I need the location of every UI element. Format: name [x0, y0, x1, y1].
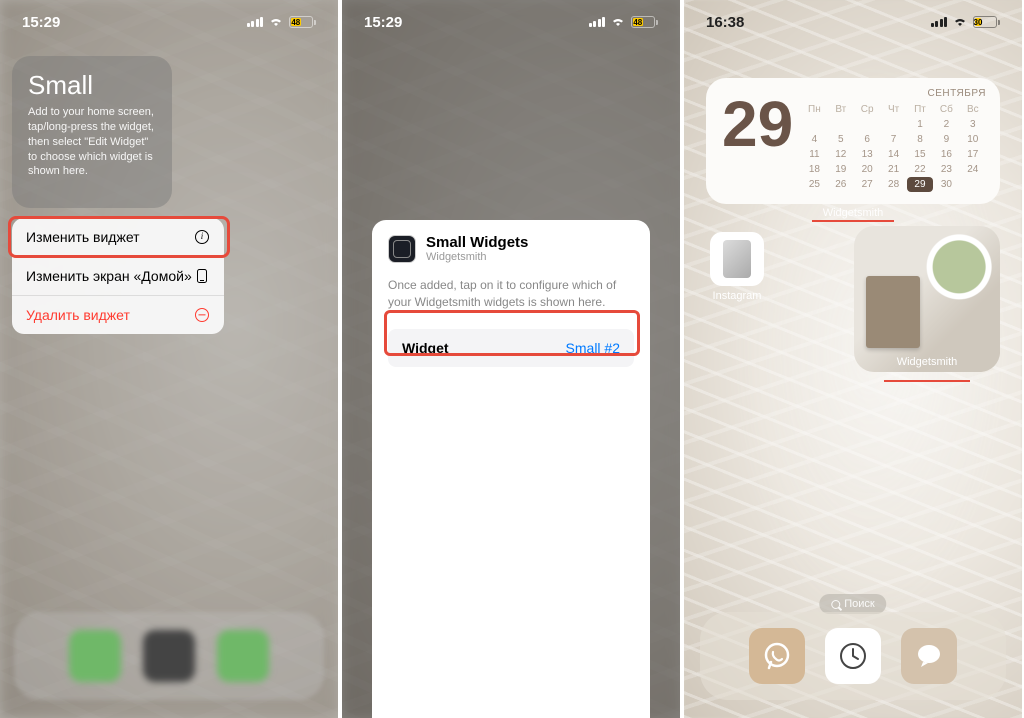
row-label: Widget: [402, 340, 449, 356]
widget-context-menu: Изменить виджет i Изменить экран «Домой»…: [12, 218, 224, 334]
sheet-subtitle: Widgetsmith: [426, 251, 528, 263]
whatsapp-icon: [761, 640, 793, 672]
minus-circle-icon: [194, 307, 210, 323]
dock-app-placeholder: [143, 630, 195, 682]
battery-icon: 48: [289, 16, 316, 28]
small-widget-preview[interactable]: Small Add to your home screen, tap/long-…: [12, 56, 172, 208]
wifi-icon: [268, 16, 284, 28]
phone-icon: [194, 268, 210, 284]
menu-label: Изменить экран «Домой»: [26, 268, 192, 284]
edit-home-item[interactable]: Изменить экран «Домой»: [12, 257, 224, 296]
dock-blurred: [14, 612, 324, 700]
edit-widget-item[interactable]: Изменить виджет i: [12, 218, 224, 257]
info-icon: i: [194, 229, 210, 245]
dock-app-placeholder: [217, 630, 269, 682]
status-bar: 16:38 30: [684, 0, 1022, 44]
calendar-widget[interactable]: 29 СЕНТЯБРЯ ПнВтСрЧтПтСбВс 1234567891011…: [706, 78, 1000, 204]
phone-screenshot-3: 16:38 30 29 СЕНТЯБРЯ ПнВтСрЧтПтСбВс 1234…: [684, 0, 1022, 718]
wifi-icon: [610, 16, 626, 28]
widget-app-label: Widgetsmith: [803, 207, 903, 219]
delete-widget-item[interactable]: Удалить виджет: [12, 296, 224, 334]
spotlight-search[interactable]: Поиск: [819, 594, 886, 614]
clock-icon: [837, 640, 869, 672]
menu-label: Изменить виджет: [26, 229, 140, 245]
wifi-icon: [952, 16, 968, 28]
calendar-month: СЕНТЯБРЯ: [801, 88, 986, 99]
status-bar: 15:29 48: [342, 0, 680, 44]
sheet-header: Small Widgets Widgetsmith: [388, 234, 634, 263]
widget-title: Small: [28, 70, 156, 101]
status-time: 15:29: [364, 14, 402, 31]
highlight-underline: [884, 380, 970, 382]
widget-selector-row[interactable]: Widget Small #2: [388, 329, 634, 367]
status-right: 48: [589, 16, 659, 28]
cellular-icon: [589, 17, 606, 27]
widget-description: Add to your home screen, tap/long-press …: [28, 105, 156, 179]
dock: [700, 612, 1006, 700]
dock-app-placeholder: [69, 630, 121, 682]
status-time: 16:38: [706, 14, 744, 31]
sheet-title: Small Widgets: [426, 234, 528, 251]
cellular-icon: [247, 17, 264, 27]
sheet-description: Once added, tap on it to configure which…: [388, 277, 634, 311]
status-right: 48: [247, 16, 317, 28]
status-time: 15:29: [22, 14, 60, 31]
search-label: Поиск: [844, 598, 874, 610]
photo-widget-label: Widgetsmith: [897, 356, 958, 368]
calendar-weekday-row: ПнВтСрЧтПтСбВс: [801, 102, 986, 117]
widget-config-sheet: Small Widgets Widgetsmith Once added, ta…: [372, 220, 650, 718]
clock-app[interactable]: [825, 628, 881, 684]
instagram-label: Instagram: [698, 290, 776, 302]
calendar-big-day: 29: [720, 88, 801, 194]
status-bar: 15:29 48: [0, 0, 338, 44]
cellular-icon: [931, 17, 948, 27]
calendar-grid: СЕНТЯБРЯ ПнВтСрЧтПтСбВс 1234567891011121…: [801, 88, 986, 194]
instagram-app-icon[interactable]: [710, 232, 764, 286]
battery-icon: 48: [631, 16, 658, 28]
whatsapp-app[interactable]: [749, 628, 805, 684]
search-icon: [831, 600, 840, 609]
menu-label: Удалить виджет: [26, 307, 130, 323]
battery-icon: 30: [973, 16, 1000, 28]
status-right: 30: [931, 16, 1001, 28]
phone-screenshot-2: 15:29 48 Small Widgets Widgetsmith Once …: [342, 0, 680, 718]
messages-app[interactable]: [901, 628, 957, 684]
phone-screenshot-1: 15:29 48 Small Add to your home screen, …: [0, 0, 338, 718]
photo-widget[interactable]: Widgetsmith: [854, 226, 1000, 372]
widgetsmith-app-icon: [388, 235, 416, 263]
instagram-icon-inner: [723, 240, 751, 278]
highlight-underline: [812, 220, 894, 222]
messages-icon: [913, 640, 945, 672]
row-value: Small #2: [566, 340, 620, 356]
